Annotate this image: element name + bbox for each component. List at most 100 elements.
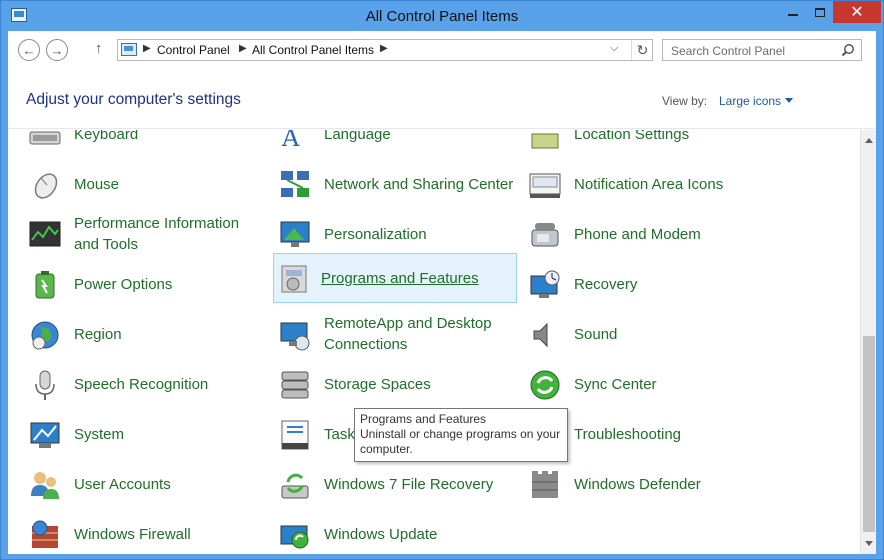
item-label: Location Settings [574, 130, 690, 143]
item-sound[interactable]: Sound [518, 310, 758, 358]
item-label: Troubleshooting [574, 425, 682, 443]
system-icon [30, 422, 60, 448]
item-notification-area-icons[interactable]: Notification Area Icons [518, 160, 758, 208]
minimize-button[interactable] [779, 1, 807, 23]
back-arrow-icon: ← [22, 42, 36, 58]
item-label: Personalization [324, 225, 427, 243]
minimize-icon [788, 14, 798, 16]
breadcrumb-all-items[interactable]: All Control Panel Items [252, 43, 374, 57]
item-label: Network and Sharing Center [324, 175, 514, 193]
scroll-down-icon[interactable] [865, 541, 873, 546]
notification-area-icon [529, 173, 561, 198]
windows-update-icon [280, 525, 309, 549]
items-grid: Keyboard A Language Location Settings Mo… [8, 130, 858, 554]
item-label: Region [74, 325, 122, 343]
item-label: Windows 7 File Recovery [324, 475, 494, 493]
back-button[interactable]: ← [18, 39, 40, 61]
item-windows-update[interactable]: Windows Update [268, 510, 508, 554]
item-label: Windows Update [324, 525, 438, 543]
item-win7-file-recovery[interactable]: Windows 7 File Recovery [268, 460, 508, 508]
item-network-sharing[interactable]: Network and Sharing Center [268, 160, 513, 208]
personalization-icon [280, 221, 310, 247]
breadcrumb-control-panel[interactable]: Control Panel [157, 43, 230, 57]
breadcrumb-separator-icon[interactable]: ▶ [143, 43, 151, 54]
item-recovery[interactable]: Recovery [518, 260, 758, 308]
up-arrow-icon: ↑ [95, 40, 103, 57]
item-label: Notification Area Icons [574, 175, 724, 193]
vertical-scrollbar[interactable] [860, 130, 876, 554]
item-label: Power Options [74, 275, 173, 293]
item-remoteapp[interactable]: RemoteApp and Desktop Connections [268, 310, 508, 358]
item-keyboard[interactable]: Keyboard [18, 130, 258, 158]
search-box[interactable]: Search Control Panel [662, 39, 862, 61]
item-label: Sync Center [574, 375, 657, 393]
mouse-icon [34, 173, 58, 199]
item-label: Programs and Features [321, 269, 479, 287]
content-header: Adjust your computer's settings View by:… [8, 69, 876, 129]
item-system[interactable]: System [18, 410, 258, 458]
item-label: User Accounts [74, 475, 171, 493]
forward-arrow-icon: → [50, 42, 64, 58]
chevron-down-icon[interactable] [785, 98, 793, 103]
breadcrumb-separator-icon[interactable]: ▶ [239, 43, 247, 54]
title-bar[interactable]: All Control Panel Items ✕ [1, 1, 883, 31]
search-input[interactable]: Search Control Panel [671, 44, 785, 58]
item-speech-recognition[interactable]: Speech Recognition [18, 360, 258, 408]
svg-text:A: A [281, 130, 300, 152]
control-panel-window: All Control Panel Items ✕ ← → ↑ ▶ Contro… [0, 0, 884, 560]
maximize-icon [815, 7, 825, 17]
programs-features-icon [281, 265, 307, 293]
item-sync-center[interactable]: Sync Center [518, 360, 758, 408]
item-windows-defender[interactable]: Windows Defender [518, 460, 758, 508]
item-storage-spaces[interactable]: Storage Spaces [268, 360, 508, 408]
item-label: Windows Defender [574, 475, 701, 493]
region-icon [31, 321, 59, 350]
search-icon[interactable] [841, 43, 855, 57]
view-by-label: View by: [662, 94, 708, 108]
breadcrumb-separator-icon[interactable]: ▶ [380, 43, 388, 54]
tooltip-title: Programs and Features [360, 412, 487, 426]
item-label: Storage Spaces [324, 375, 431, 393]
item-user-accounts[interactable]: User Accounts [18, 460, 258, 508]
item-mouse[interactable]: Mouse [18, 160, 258, 208]
item-label: Recovery [574, 275, 638, 293]
address-dropdown-icon[interactable]: ⌵ [610, 42, 618, 55]
scroll-up-icon[interactable] [865, 138, 873, 143]
item-power-options[interactable]: Power Options [18, 260, 258, 308]
keyboard-icon [29, 131, 61, 145]
scroll-thumb[interactable] [863, 336, 875, 532]
performance-icon [29, 221, 61, 247]
item-label: Mouse [74, 175, 120, 193]
navigation-bar: ← → ↑ ▶ Control Panel ▶ All Control Pane… [8, 31, 876, 69]
maximize-button[interactable] [807, 1, 833, 23]
item-performance[interactable]: Performance Information and Tools [18, 210, 258, 258]
item-label: Windows Firewall [74, 525, 191, 543]
language-icon: A [281, 130, 300, 152]
remoteapp-icon [280, 322, 310, 351]
refresh-icon[interactable]: ↻ [631, 40, 653, 60]
tooltip: Programs and Features Uninstall or chang… [354, 408, 568, 462]
item-region[interactable]: Region [18, 310, 258, 358]
item-location-settings[interactable]: Location Settings [518, 130, 758, 158]
network-icon [281, 171, 309, 197]
address-bar[interactable]: ▶ Control Panel ▶ All Control Panel Item… [117, 39, 653, 61]
microphone-icon [35, 370, 55, 400]
item-phone-modem[interactable]: Phone and Modem [518, 210, 758, 258]
item-label: System [74, 425, 125, 443]
item-label: Speech Recognition [74, 375, 209, 393]
item-language[interactable]: A Language [268, 130, 508, 158]
view-by-dropdown[interactable]: Large icons [719, 94, 781, 108]
power-options-icon [35, 271, 55, 299]
forward-button[interactable]: → [46, 39, 68, 61]
control-panel-small-icon [121, 43, 137, 56]
up-button[interactable]: ↑ [95, 40, 103, 57]
item-personalization[interactable]: Personalization [268, 210, 508, 258]
sound-icon [533, 322, 548, 348]
client-area: ← → ↑ ▶ Control Panel ▶ All Control Pane… [8, 31, 876, 554]
item-windows-firewall[interactable]: Windows Firewall [18, 510, 258, 554]
taskbar-icon [281, 420, 309, 450]
close-button[interactable]: ✕ [833, 1, 881, 23]
item-label: RemoteApp and Desktop Connections [324, 315, 492, 353]
item-programs-features[interactable]: Programs and Features [273, 253, 517, 303]
file-recovery-icon [281, 473, 309, 499]
